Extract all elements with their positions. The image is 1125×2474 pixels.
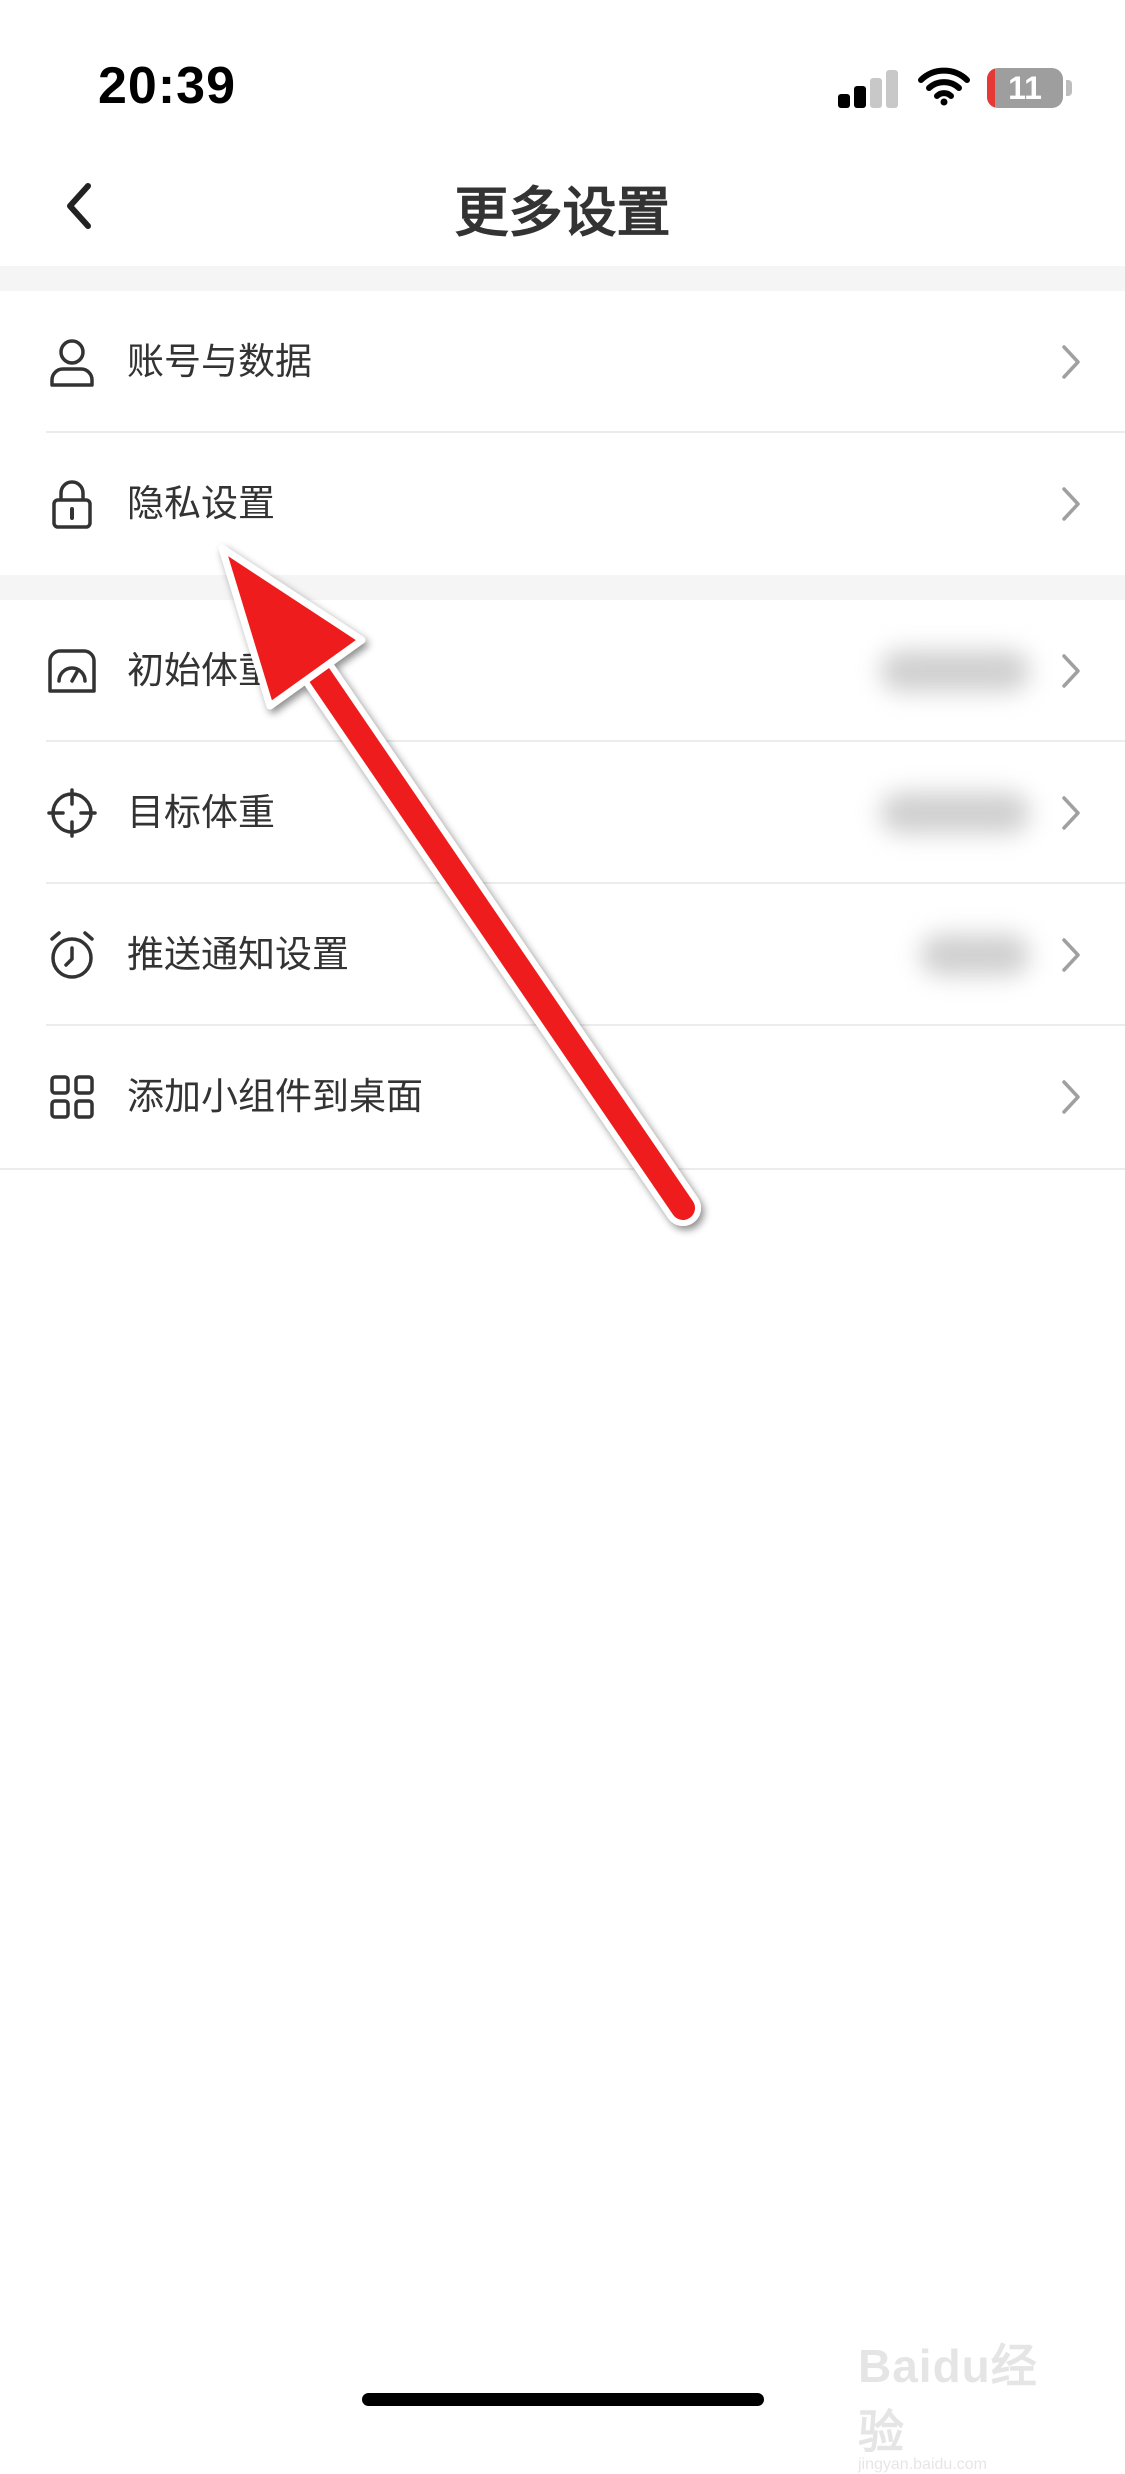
settings-item-label: 目标体重 <box>127 791 275 834</box>
settings-item-label: 初始体重 <box>127 649 275 692</box>
settings-group-account: 账号与数据 隐私设置 <box>0 291 1125 575</box>
blurred-value <box>920 934 1030 976</box>
settings-item-label: 推送通知设置 <box>127 933 349 976</box>
page-title: 更多设置 <box>454 181 671 244</box>
battery-cap <box>1066 80 1072 96</box>
wifi-icon <box>918 67 970 106</box>
signal-icon <box>838 70 900 108</box>
chevron-right-icon <box>1062 938 1080 972</box>
target-icon <box>47 788 97 838</box>
baidu-watermark: Baidu经验 jingyan.baidu.com <box>858 2330 1078 2473</box>
settings-item-account-data[interactable]: 账号与数据 <box>0 291 1125 433</box>
settings-item-label: 账号与数据 <box>127 340 312 383</box>
chevron-right-icon <box>1062 487 1080 521</box>
alarm-clock-icon <box>50 931 94 979</box>
divider <box>0 1168 1125 1170</box>
watermark-subtext: jingyan.baidu.com <box>858 2456 987 2473</box>
group-separator <box>0 266 1125 291</box>
chevron-right-icon <box>1062 796 1080 830</box>
settings-item-initial-weight[interactable]: 初始体重 <box>0 600 1125 742</box>
status-bar: 20:39 11 <box>0 0 1125 150</box>
settings-item-add-widget[interactable]: 添加小组件到桌面 <box>0 1026 1125 1168</box>
settings-item-label: 添加小组件到桌面 <box>127 1075 423 1118</box>
settings-item-push-notifications[interactable]: 推送通知设置 <box>0 884 1125 1026</box>
settings-item-privacy[interactable]: 隐私设置 <box>0 433 1125 575</box>
home-indicator[interactable] <box>362 2393 764 2406</box>
settings-item-target-weight[interactable]: 目标体重 <box>0 742 1125 884</box>
chevron-right-icon <box>1062 345 1080 379</box>
lock-icon <box>52 480 92 529</box>
watermark-text: Baidu经验 <box>858 2340 1038 2458</box>
blurred-value <box>880 650 1030 692</box>
widgets-grid-icon <box>50 1075 94 1119</box>
user-icon <box>50 339 94 387</box>
chevron-right-icon <box>1062 654 1080 688</box>
battery-level-text: 11 <box>1008 70 1042 106</box>
scale-icon <box>48 649 96 693</box>
chevron-right-icon <box>1062 1080 1080 1114</box>
status-time: 20:39 <box>98 57 236 115</box>
settings-group-weight: 初始体重 目标体重 推送通知设置 添加小组件到桌面 <box>0 600 1125 1168</box>
nav-header: 更多设置 <box>0 150 1125 266</box>
settings-item-label: 隐私设置 <box>127 482 275 525</box>
battery-icon: 11 <box>987 68 1063 108</box>
blurred-value <box>880 792 1030 834</box>
group-separator <box>0 575 1125 600</box>
